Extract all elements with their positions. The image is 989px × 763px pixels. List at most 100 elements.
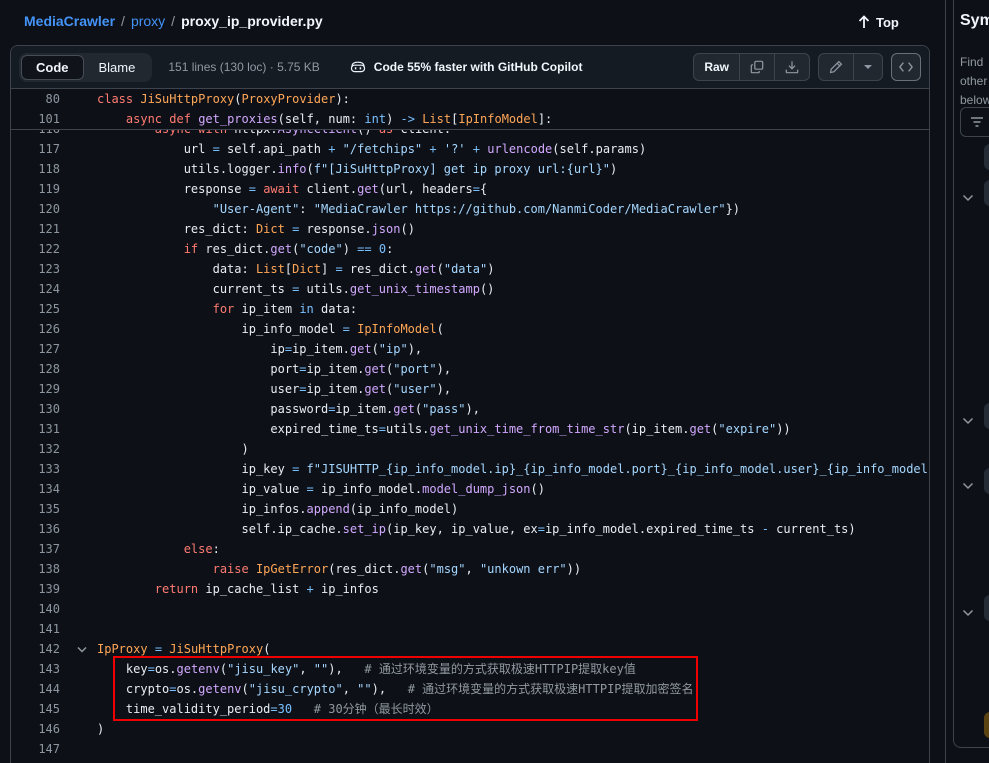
code-line-139: 139 return ip_cache_list + ip_infos — [11, 579, 929, 599]
line-number[interactable]: 143 — [11, 659, 60, 679]
file-view-panel: Code Blame 151 lines (130 loc) · 5.75 KB… — [10, 45, 930, 763]
symbols-description-line: Find — [960, 53, 989, 72]
symbol-item-active[interactable] — [984, 712, 989, 738]
code-line-137: 137 else: — [11, 539, 929, 559]
gutter — [60, 259, 97, 279]
breadcrumb-dir-link[interactable]: proxy — [131, 13, 165, 29]
code-blame-switcher: Code Blame — [19, 53, 152, 82]
line-number[interactable]: 147 — [11, 739, 60, 759]
symbols-filter-input[interactable] — [960, 107, 989, 137]
breadcrumb-file-name: proxy_ip_provider.py — [181, 13, 323, 29]
breadcrumb-repo-link[interactable]: MediaCrawler — [24, 13, 115, 29]
line-number[interactable]: 146 — [11, 719, 60, 739]
line-number[interactable]: 118 — [11, 159, 60, 179]
file-toolbar: Code Blame 151 lines (130 loc) · 5.75 KB… — [11, 46, 929, 89]
line-number[interactable]: 120 — [11, 199, 60, 219]
line-number[interactable]: 121 — [11, 219, 60, 239]
symbol-item[interactable] — [984, 403, 989, 429]
scroll-to-top-button[interactable]: Top — [858, 9, 899, 35]
gutter — [60, 419, 97, 439]
code-text: IpProxy = JiSuHttpProxy( — [97, 639, 929, 659]
line-number[interactable]: 122 — [11, 239, 60, 259]
line-number[interactable]: 136 — [11, 519, 60, 539]
gutter — [60, 439, 97, 459]
sidebar-resize-divider[interactable] — [945, 0, 946, 763]
symbol-expand-chevron-icon[interactable] — [962, 477, 974, 485]
line-number[interactable]: 125 — [11, 299, 60, 319]
gutter — [60, 619, 97, 639]
tab-code[interactable]: Code — [21, 55, 84, 80]
line-number[interactable]: 135 — [11, 499, 60, 519]
symbol-item[interactable] — [984, 180, 989, 206]
line-number[interactable]: 123 — [11, 259, 60, 279]
gutter — [60, 239, 97, 259]
gutter — [60, 339, 97, 359]
symbol-item[interactable] — [984, 468, 989, 494]
code-line-140: 140 — [11, 599, 929, 619]
symbol-item[interactable] — [984, 595, 989, 621]
line-number[interactable]: 134 — [11, 479, 60, 499]
line-number[interactable]: 127 — [11, 339, 60, 359]
breadcrumb-separator: / — [165, 13, 181, 29]
gutter — [60, 109, 97, 129]
symbol-item[interactable] — [984, 144, 989, 170]
code-text: ) — [97, 439, 929, 459]
code-line-147: 147 — [11, 739, 929, 759]
code-text: ) — [97, 719, 929, 739]
code-line-127: 127 ip=ip_item.get("ip"), — [11, 339, 929, 359]
gutter — [60, 159, 97, 179]
line-number[interactable]: 126 — [11, 319, 60, 339]
line-number[interactable]: 137 — [11, 539, 60, 559]
code-line-126: 126 ip_info_model = IpInfoModel( — [11, 319, 929, 339]
symbol-expand-chevron-icon[interactable] — [962, 189, 974, 197]
symbols-panel-title: Sym — [960, 12, 989, 30]
line-number[interactable]: 142 — [11, 639, 60, 659]
code-line-134: 134 ip_value = ip_info_model.model_dump_… — [11, 479, 929, 499]
symbols-toggle-button[interactable] — [891, 53, 921, 81]
copilot-banner: Code 55% faster with GitHub Copilot — [350, 59, 583, 75]
gutter — [60, 499, 97, 519]
edit-actions-group — [818, 53, 883, 81]
line-number[interactable]: 133 — [11, 459, 60, 479]
download-button[interactable] — [774, 54, 809, 80]
line-number[interactable]: 140 — [11, 599, 60, 619]
gutter — [60, 659, 97, 679]
line-number[interactable]: 124 — [11, 279, 60, 299]
line-number[interactable]: 129 — [11, 379, 60, 399]
copy-button[interactable] — [739, 54, 774, 80]
edit-dropdown-button[interactable] — [853, 54, 882, 80]
symbol-expand-chevron-icon[interactable] — [962, 412, 974, 420]
code-line-135: 135 ip_infos.append(ip_info_model) — [11, 499, 929, 519]
line-number[interactable]: 101 — [11, 109, 60, 129]
line-number[interactable]: 80 — [11, 89, 60, 109]
code-text: user=ip_item.get("user"), — [97, 379, 929, 399]
code-text: ip=ip_item.get("ip"), — [97, 339, 929, 359]
line-number[interactable]: 130 — [11, 399, 60, 419]
line-number[interactable]: 144 — [11, 679, 60, 699]
code-text: else: — [97, 539, 929, 559]
code-text: res_dict: Dict = response.json() — [97, 219, 929, 239]
gutter — [60, 679, 97, 699]
gutter — [60, 89, 97, 109]
line-number[interactable]: 131 — [11, 419, 60, 439]
gutter — [60, 699, 97, 719]
line-number[interactable]: 132 — [11, 439, 60, 459]
line-number[interactable]: 117 — [11, 139, 60, 159]
line-number[interactable]: 119 — [11, 179, 60, 199]
tab-blame[interactable]: Blame — [84, 55, 151, 80]
raw-button[interactable]: Raw — [694, 54, 739, 80]
line-number[interactable]: 138 — [11, 559, 60, 579]
line-number[interactable]: 141 — [11, 619, 60, 639]
gutter — [60, 179, 97, 199]
code-text: crypto=os.getenv("jisu_crypto", ""), # 通… — [97, 679, 929, 699]
code-line-122: 122 if res_dict.get("code") == 0: — [11, 239, 929, 259]
line-number[interactable]: 128 — [11, 359, 60, 379]
code-text: async def get_proxies(self, num: int) ->… — [97, 109, 929, 129]
fold-toggle[interactable] — [60, 639, 97, 659]
top-button-label: Top — [876, 15, 899, 30]
line-number[interactable]: 145 — [11, 699, 60, 719]
code-text — [97, 619, 929, 639]
edit-button[interactable] — [819, 54, 853, 80]
symbol-expand-chevron-icon[interactable] — [962, 604, 974, 612]
line-number[interactable]: 139 — [11, 579, 60, 599]
